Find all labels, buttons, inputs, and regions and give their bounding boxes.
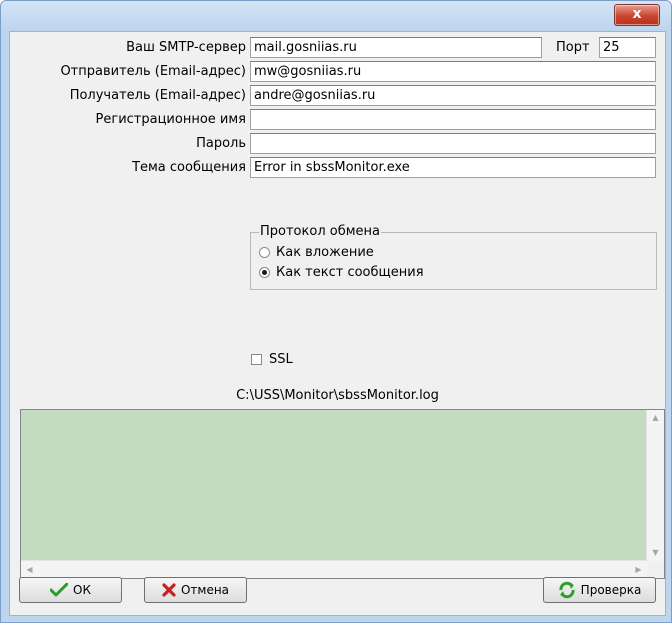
login-input[interactable] [250, 109, 656, 130]
scroll-down-icon[interactable]: ▼ [647, 548, 664, 558]
horizontal-scrollbar[interactable]: ◀ ▶ [21, 560, 647, 578]
log-textarea[interactable]: ▲ ▼ ◀ ▶ [20, 409, 665, 579]
title-bar: x [1, 1, 671, 31]
ssl-label: SSL [269, 352, 293, 367]
ok-button[interactable]: ОК [19, 577, 122, 603]
recipient-email-input[interactable] [250, 85, 656, 106]
scroll-left-icon[interactable]: ◀ [21, 565, 38, 575]
radio-attachment[interactable]: Как вложение [259, 243, 374, 261]
protocol-group-title: Протокол обмена [259, 224, 381, 240]
subject-label: Тема сообщения [132, 160, 246, 175]
password-input[interactable] [250, 133, 656, 154]
cancel-button-label: Отмена [180, 583, 230, 597]
ok-button-label: ОК [73, 583, 91, 597]
password-label: Пароль [196, 136, 246, 151]
ssl-checkbox-row[interactable]: SSL [251, 352, 293, 367]
subject-input[interactable] [250, 157, 656, 178]
cross-icon [162, 583, 176, 597]
login-label: Регистрационное имя [95, 112, 246, 127]
log-path-label: C:\USS\Monitor\sbssMonitor.log [236, 388, 439, 403]
check-button[interactable]: Проверка [543, 577, 656, 603]
recipient-label: Получатель (Email-адрес) [69, 88, 246, 103]
radio-attachment-indicator[interactable] [259, 246, 270, 258]
refresh-icon [558, 581, 576, 599]
vertical-scrollbar[interactable]: ▲ ▼ [646, 410, 664, 561]
protocol-groupbox: Протокол обмена Как вложение Как текст с… [250, 224, 657, 290]
scroll-up-icon[interactable]: ▲ [647, 413, 664, 423]
close-icon: x [632, 6, 642, 22]
cancel-button[interactable]: Отмена [144, 577, 247, 603]
radio-message-text-indicator[interactable] [259, 266, 270, 278]
port-label: Порт [556, 40, 590, 55]
port-input[interactable] [599, 37, 656, 58]
dialog-client-area: Ваш SMTP-сервер Порт Отправитель (Email-… [9, 31, 666, 616]
smtp-server-label: Ваш SMTP-сервер [126, 40, 246, 55]
scroll-right-icon[interactable]: ▶ [630, 565, 647, 575]
checkmark-icon [50, 583, 69, 597]
radio-message-text[interactable]: Как текст сообщения [259, 263, 424, 281]
radio-attachment-label: Как вложение [276, 244, 374, 260]
close-button[interactable]: x [614, 4, 660, 26]
check-button-label: Проверка [580, 583, 642, 597]
dialog-window: x Ваш SMTP-сервер Порт Отправитель (Emai… [0, 0, 672, 623]
sender-email-input[interactable] [250, 61, 656, 82]
smtp-server-input[interactable] [250, 37, 542, 58]
ssl-checkbox[interactable] [251, 354, 262, 365]
scrollbar-corner [647, 561, 664, 578]
radio-message-text-label: Как текст сообщения [276, 264, 424, 280]
sender-label: Отправитель (Email-адрес) [60, 64, 246, 79]
